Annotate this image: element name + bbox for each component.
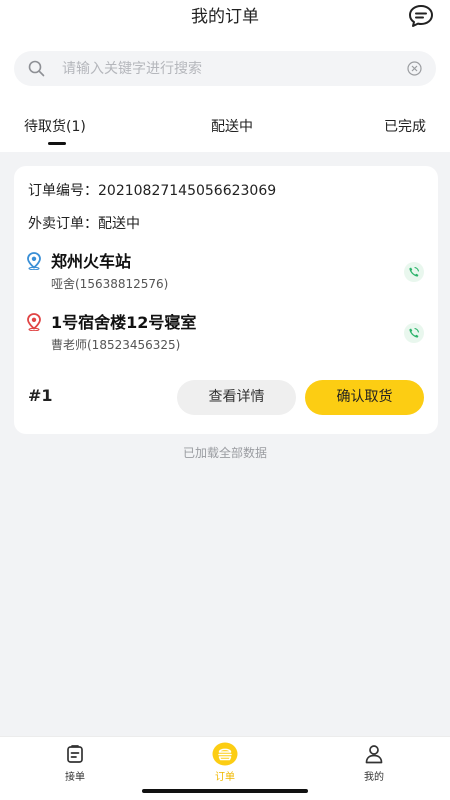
message-icon[interactable] <box>408 4 434 28</box>
order-number-value: 20210827145056623069 <box>98 183 277 199</box>
app-header: 我的订单 <box>0 0 450 102</box>
order-card: 订单编号：20210827145056623069 外卖订单：配送中 郑州火车站… <box>14 166 438 434</box>
tab-pending-pickup[interactable]: 待取货(1) <box>24 116 86 136</box>
pickup-pin-icon <box>27 252 41 270</box>
order-type-label: 外卖订单： <box>28 216 98 232</box>
phone-icon <box>409 267 419 277</box>
order-type: 外卖订单：配送中 <box>28 213 140 233</box>
pickup-contact: 哑舍(15638812576) <box>51 277 169 291</box>
order-sequence: #1 <box>28 386 53 405</box>
page-title: 我的订单 <box>191 7 259 27</box>
search-icon <box>28 60 45 77</box>
view-details-button[interactable]: 查看详情 <box>177 380 296 415</box>
search-input[interactable] <box>62 51 402 86</box>
active-tab-indicator <box>48 142 66 145</box>
tab-delivering[interactable]: 配送中 <box>211 116 253 136</box>
tab-completed[interactable]: 已完成 <box>384 116 426 136</box>
home-indicator <box>142 789 308 793</box>
nav-label: 我的 <box>364 772 384 783</box>
order-number: 订单编号：20210827145056623069 <box>28 180 276 200</box>
pickup-place: 郑州火车站 <box>51 252 132 271</box>
nav-item-orders[interactable]: 订单 <box>185 737 265 785</box>
pickup-location: 郑州火车站 哑舍(15638812576) <box>26 248 426 294</box>
call-dropoff-button[interactable] <box>404 323 424 343</box>
nav-item-mine[interactable]: 我的 <box>334 737 414 785</box>
nav-label: 订单 <box>215 772 235 783</box>
order-tabs: 待取货(1) 配送中 已完成 <box>0 102 450 152</box>
person-icon <box>365 745 383 764</box>
nav-item-take-orders[interactable]: 接单 <box>35 737 115 785</box>
burger-icon <box>212 742 238 766</box>
nav-label: 接单 <box>65 772 85 783</box>
order-type-status: 配送中 <box>98 216 140 232</box>
dropoff-pin-icon <box>27 313 41 331</box>
dropoff-location: 1号宿舍楼12号寝室 曹老师(18523456325) <box>26 309 426 355</box>
dropoff-place: 1号宿舍楼12号寝室 <box>51 313 197 332</box>
call-pickup-button[interactable] <box>404 262 424 282</box>
clear-icon[interactable] <box>407 61 422 76</box>
list-end-text: 已加载全部数据 <box>182 446 267 460</box>
dropoff-contact: 曹老师(18523456325) <box>51 338 181 352</box>
phone-icon <box>409 328 419 338</box>
order-number-label: 订单编号： <box>28 183 98 199</box>
clipboard-icon <box>67 745 83 763</box>
confirm-pickup-button[interactable]: 确认取货 <box>305 380 424 415</box>
search-bar <box>14 51 436 86</box>
